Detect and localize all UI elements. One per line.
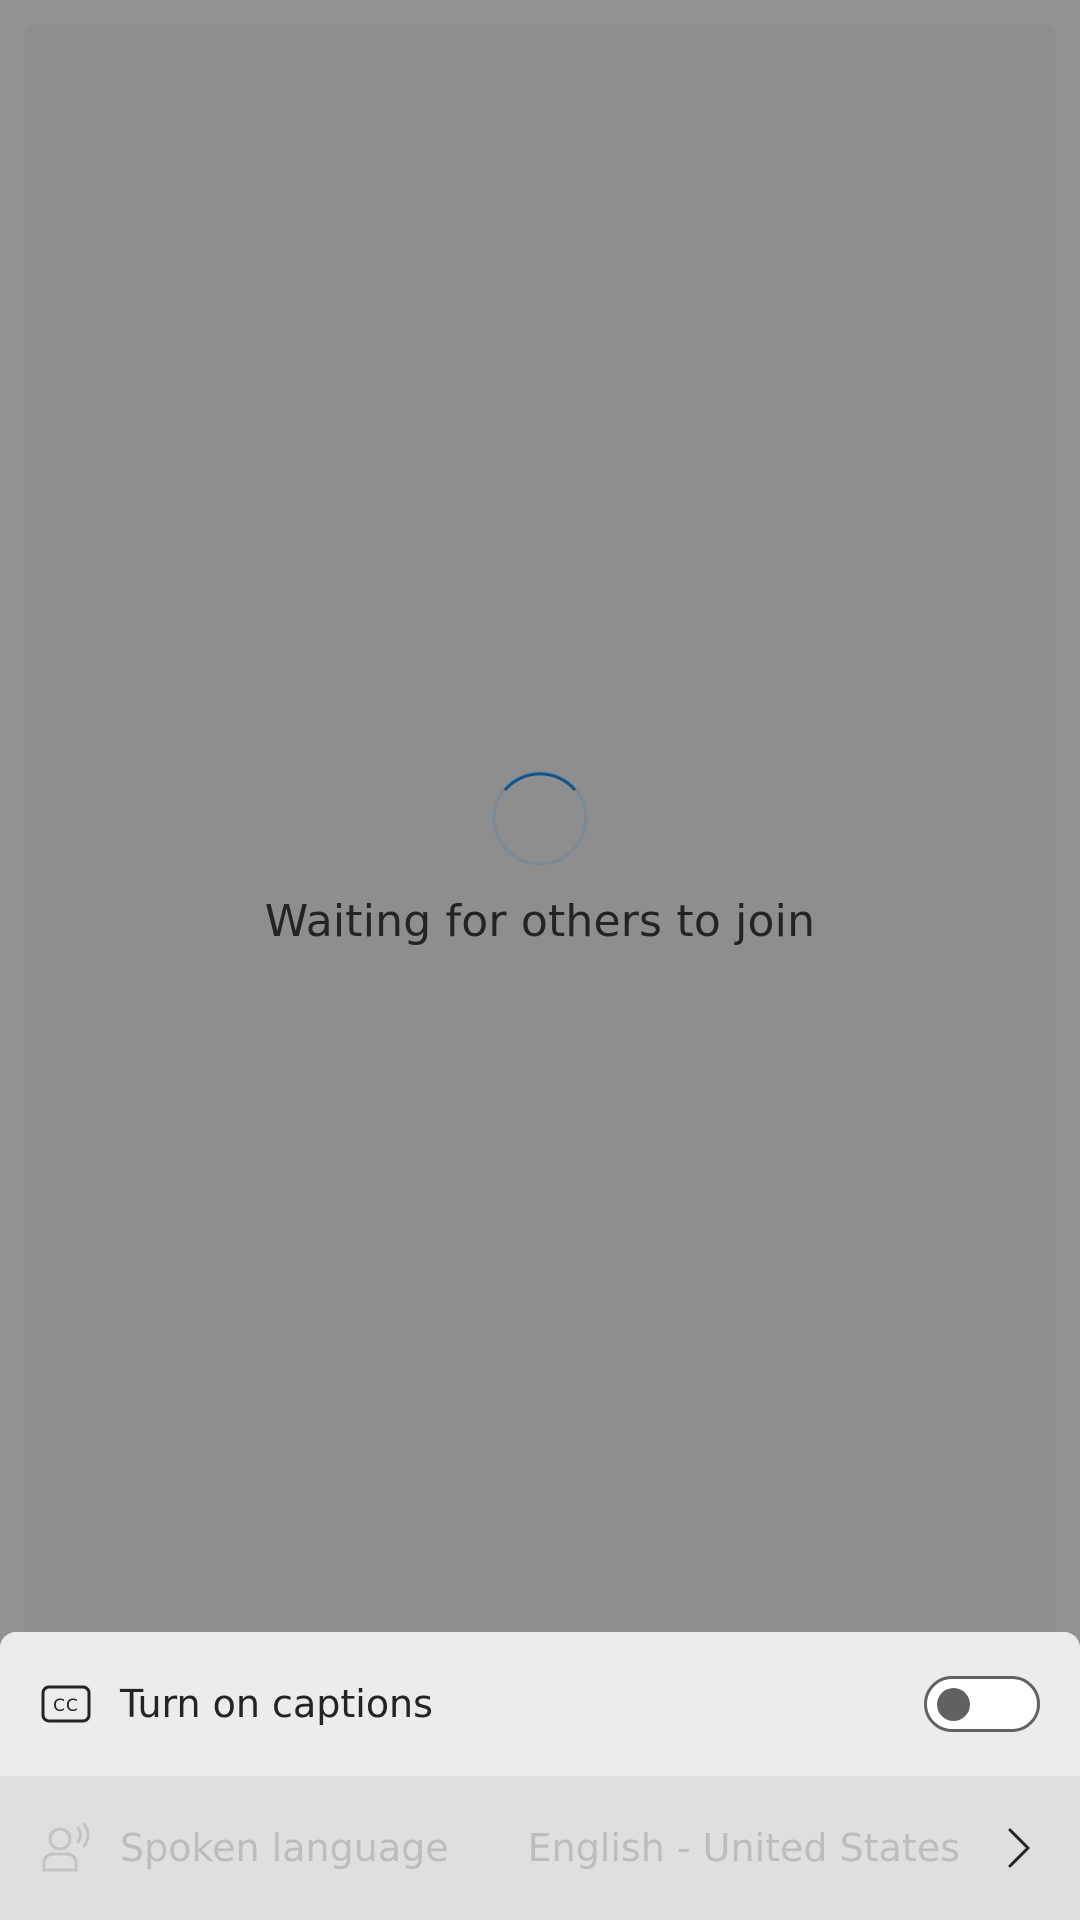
- waiting-state: Waiting for others to join: [0, 770, 1080, 970]
- chevron-right-icon: [1008, 1828, 1030, 1868]
- svg-text:CC: CC: [53, 1696, 79, 1716]
- captions-toggle[interactable]: [924, 1676, 1040, 1732]
- toggle-knob: [937, 1688, 970, 1721]
- person-voice-icon: [40, 1822, 92, 1874]
- loading-spinner-icon: [492, 770, 588, 866]
- closed-captions-icon: CC: [40, 1678, 92, 1730]
- spoken-language-value: English - United States: [527, 1826, 960, 1870]
- captions-row[interactable]: CC Turn on captions: [0, 1632, 1080, 1776]
- waiting-message: Waiting for others to join: [264, 896, 816, 947]
- captions-label: Turn on captions: [120, 1682, 433, 1726]
- spoken-language-row[interactable]: Spoken language English - United States: [0, 1776, 1080, 1920]
- captions-bottom-sheet: CC Turn on captions Spoken language Engl…: [0, 1632, 1080, 1920]
- call-screen: Waiting for others to join CC Turn on ca…: [0, 0, 1080, 1920]
- spoken-language-label: Spoken language: [120, 1826, 449, 1870]
